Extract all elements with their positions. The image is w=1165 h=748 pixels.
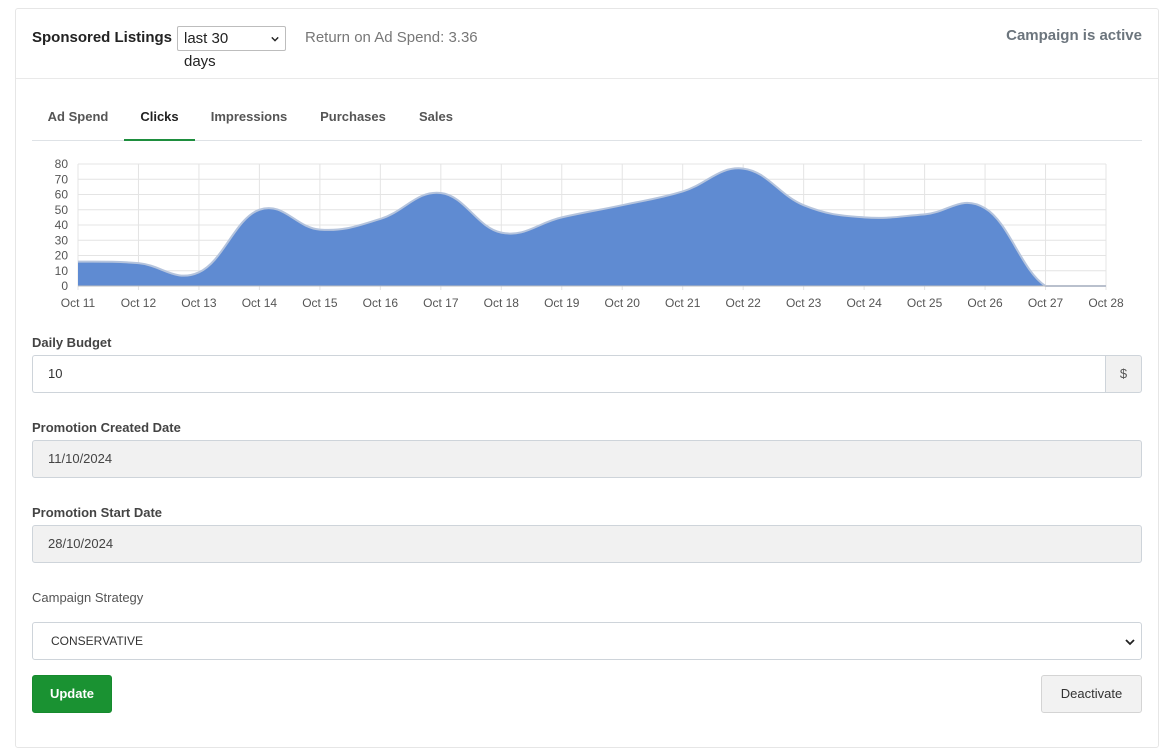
x-tick-label-8: Oct 19 — [544, 296, 580, 310]
x-tick-label-9: Oct 20 — [605, 296, 641, 310]
page-title: Sponsored Listings — [32, 29, 172, 46]
created-date-field: 11/10/2024 — [32, 440, 1142, 478]
x-tick-label-0: Oct 11 — [61, 296, 96, 310]
y-tick-label-7: 70 — [55, 172, 69, 186]
created-date-label: Promotion Created Date — [32, 420, 181, 435]
clicks-area — [78, 168, 1106, 286]
period-select-value: last 30 days — [184, 30, 228, 70]
tab-ad-spend[interactable]: Ad Spend — [32, 101, 124, 141]
tab-impressions[interactable]: Impressions — [195, 101, 303, 141]
clicks-chart: 01020 30405060 7080 Oct 11 Oct 12 Oct 13 Oct 1… — [16, 154, 1158, 324]
x-tick-label-5: Oct 16 — [363, 296, 399, 310]
x-tick-label-15: Oct 26 — [967, 296, 1003, 310]
y-tick-label-2: 20 — [55, 249, 69, 263]
x-tick-label-4: Oct 15 — [302, 296, 338, 310]
y-tick-label-1: 10 — [55, 264, 69, 278]
y-tick-label-4: 40 — [55, 218, 69, 232]
sponsored-listings-card: Sponsored Listings last 30 days Return o… — [15, 8, 1159, 748]
daily-budget-input[interactable]: 10 — [32, 355, 1105, 393]
x-tick-label-17: Oct 28 — [1088, 296, 1124, 310]
deactivate-button[interactable]: Deactivate — [1041, 675, 1142, 713]
tab-clicks[interactable]: Clicks — [124, 101, 195, 141]
x-tick-label-13: Oct 24 — [846, 296, 882, 310]
y-tick-label-3: 30 — [55, 233, 69, 247]
x-tick-label-3: Oct 14 — [242, 296, 278, 310]
chevron-down-icon — [1125, 637, 1135, 647]
clicks-area-chart: 01020 30405060 7080 Oct 11 Oct 12 Oct 13 Oct 1… — [16, 154, 1158, 324]
start-date-field: 28/10/2024 — [32, 525, 1142, 563]
start-date-label: Promotion Start Date — [32, 505, 162, 520]
currency-addon: $ — [1105, 355, 1142, 393]
strategy-select[interactable]: CONSERVATIVE — [32, 622, 1142, 660]
roas-text: Return on Ad Spend: 3.36 — [305, 29, 478, 46]
tab-sales[interactable]: Sales — [403, 101, 469, 141]
y-tick-label-5: 50 — [55, 203, 69, 217]
card-header: Sponsored Listings last 30 days Return o… — [16, 9, 1158, 79]
y-tick-label-6: 60 — [55, 188, 69, 202]
strategy-select-value: CONSERVATIVE — [51, 634, 143, 648]
period-select[interactable]: last 30 days — [177, 26, 286, 51]
x-tick-label-1: Oct 12 — [121, 296, 157, 310]
tab-purchases[interactable]: Purchases — [303, 101, 403, 141]
chart-tabs: Ad Spend Clicks Impressions Purchases Sa… — [32, 101, 1142, 141]
x-tick-label-10: Oct 21 — [665, 296, 701, 310]
x-tick-label-7: Oct 18 — [484, 296, 520, 310]
x-tick-label-11: Oct 22 — [725, 296, 761, 310]
strategy-label: Campaign Strategy — [32, 590, 143, 605]
x-tick-label-6: Oct 17 — [423, 296, 459, 310]
campaign-status: Campaign is active — [1006, 27, 1142, 44]
x-tick-label-2: Oct 13 — [181, 296, 217, 310]
x-tick-label-16: Oct 27 — [1028, 296, 1064, 310]
x-tick-label-12: Oct 23 — [786, 296, 822, 310]
y-tick-label-8: 80 — [55, 157, 69, 171]
update-button[interactable]: Update — [32, 675, 112, 713]
y-tick-label-0: 0 — [61, 279, 68, 293]
x-tick-label-14: Oct 25 — [907, 296, 943, 310]
chevron-down-icon — [271, 35, 279, 43]
daily-budget-label: Daily Budget — [32, 335, 111, 350]
